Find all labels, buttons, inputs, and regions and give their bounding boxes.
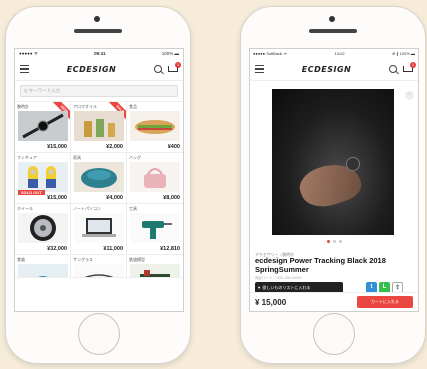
product-category: バッグ — [129, 155, 141, 160]
cart-icon[interactable]: 1 — [167, 61, 181, 74]
product-category: 工具 — [129, 206, 137, 211]
camera-dot — [94, 16, 100, 22]
search-icon[interactable] — [388, 65, 397, 73]
product-price: ¥400 — [167, 144, 180, 150]
product-price: ¥2,000 — [106, 144, 123, 150]
brand-logo[interactable]: ECDESIGN — [67, 65, 116, 74]
teapot-thumbnail — [18, 264, 68, 277]
product-card-train[interactable]: 鉄道模型 — [127, 255, 183, 278]
camera-dot — [329, 16, 335, 22]
product-card-figure[interactable]: フィギュア SOLD OUT ¥15,000 — [15, 153, 71, 204]
home-button[interactable] — [313, 313, 355, 355]
product-price: ¥11,000 — [103, 246, 123, 252]
product-card-sunglasses[interactable]: サングラス — [71, 255, 127, 278]
brand-logo[interactable]: ECDESIGN — [302, 65, 351, 74]
speaker-grille — [309, 29, 357, 33]
hamburger-icon[interactable] — [20, 65, 29, 73]
product-code: 商品コード：0011-000-00000 — [255, 276, 302, 280]
watch-shape — [346, 157, 360, 171]
product-main-image[interactable] — [272, 89, 394, 235]
phone-left: ●●●●● ᯤ 09:41 100% ▬ ECDESIGN 1 Q キーワード入… — [5, 6, 191, 364]
product-category: サングラス — [73, 257, 93, 262]
product-card-laptop[interactable]: ノートパソコン ¥11,000 — [71, 204, 127, 255]
product-price: ¥ 15,000 — [255, 297, 287, 307]
laptop-thumbnail — [74, 213, 124, 243]
product-card-tableware[interactable]: 食器 — [15, 255, 71, 278]
clock: 09:41 — [94, 51, 106, 56]
product-price: ¥15,000 — [47, 144, 67, 150]
product-category: ノートパソコン — [73, 206, 101, 211]
wheel-thumbnail — [18, 213, 68, 243]
ottoman-thumbnail — [74, 162, 124, 192]
add-to-cart-button[interactable]: カートに入れる — [357, 296, 413, 308]
cart-icon[interactable]: 1 — [402, 61, 416, 74]
product-price: ¥15,000 — [47, 195, 67, 201]
speaker-grille — [74, 29, 122, 33]
product-card-wheel[interactable]: ホイール ¥32,000 — [15, 204, 71, 255]
carousel-dot[interactable] — [326, 240, 330, 243]
product-title: ecdesign Power Tracking Black 2018 Sprin… — [255, 256, 386, 274]
status-bar: ●●●●● ᯤ 09:41 100% ▬ — [15, 49, 183, 58]
product-price: ¥12,810 — [160, 246, 180, 252]
product-category: 食器 — [17, 257, 25, 262]
product-category: 食品 — [129, 104, 137, 109]
carousel-dot[interactable] — [338, 240, 342, 243]
product-price: ¥32,000 — [47, 246, 67, 252]
carousel-dots[interactable] — [250, 240, 418, 243]
phone-right: ●●●●● SoftBank ᯤ 13:02 ⊕ ∦ 100% ▬ ECDESI… — [240, 6, 426, 364]
status-bar: ●●●●● SoftBank ᯤ 13:02 ⊕ ∦ 100% ▬ — [250, 49, 418, 58]
cart-badge: 1 — [174, 61, 181, 68]
search-input[interactable]: Q キーワード入力 — [20, 85, 178, 97]
bag-thumbnail — [130, 162, 180, 192]
drill-thumbnail — [130, 213, 180, 243]
sandwich-thumbnail — [130, 111, 180, 141]
screen-product-detail: ●●●●● SoftBank ᯤ 13:02 ⊕ ∦ 100% ▬ ECDESI… — [249, 48, 419, 312]
battery: 100% ▬ — [161, 51, 179, 56]
nav-bar: ECDESIGN 1 — [15, 58, 183, 81]
product-category: 鉄道模型 — [129, 257, 145, 262]
product-category: ホイール — [17, 206, 33, 211]
clock: 13:02 — [334, 51, 345, 56]
product-grid-next-row: 食器 サングラス 鉄道模型 — [15, 255, 183, 278]
cart-badge: 1 — [409, 61, 416, 68]
train-thumbnail — [130, 264, 180, 277]
product-category: フィギュア — [17, 155, 37, 160]
product-card-furniture[interactable]: 家具 ¥4,000 — [71, 153, 127, 204]
battery: ⊕ ∦ 100% ▬ — [392, 51, 415, 56]
minion-thumbnail — [18, 162, 68, 192]
home-button[interactable] — [78, 313, 120, 355]
carousel-dot[interactable] — [332, 240, 336, 243]
favorite-icon[interactable]: ♡ — [405, 91, 414, 100]
product-category: 腕時計 — [17, 104, 29, 109]
product-card-watch[interactable]: 腕時計 NEW ¥15,000 — [15, 102, 71, 153]
search-icon[interactable] — [153, 65, 162, 73]
carrier: ●●●●● SoftBank ᯤ — [253, 50, 288, 56]
product-card-aroma[interactable]: アロマオイル SALE ¥2,000 — [71, 102, 127, 153]
screen-product-list: ●●●●● ᯤ 09:41 100% ▬ ECDESIGN 1 Q キーワード入… — [14, 48, 184, 312]
product-card-bag[interactable]: バッグ ¥8,000 — [127, 153, 183, 204]
watch-thumbnail — [18, 111, 68, 141]
nav-bar: ECDESIGN 1 — [250, 58, 418, 81]
product-category: 家具 — [73, 155, 81, 160]
product-card-food[interactable]: 食品 ¥400 — [127, 102, 183, 153]
product-grid: 腕時計 NEW ¥15,000 アロマオイル SALE ¥2,000 食品 ¥4… — [15, 101, 183, 255]
product-price: ¥4,000 — [106, 195, 123, 201]
product-category: アロマオイル — [73, 104, 97, 109]
product-price: ¥8,000 — [163, 195, 180, 201]
sold-out-badge: SOLD OUT — [18, 190, 45, 195]
price-bar: ¥ 15,000 カートに入れる — [250, 292, 418, 311]
aroma-thumbnail — [74, 111, 124, 141]
product-card-tool[interactable]: 工具 ¥12,810 — [127, 204, 183, 255]
hamburger-icon[interactable] — [255, 65, 264, 73]
sunglasses-thumbnail — [74, 264, 124, 277]
carrier: ●●●●● ᯤ — [19, 50, 38, 56]
